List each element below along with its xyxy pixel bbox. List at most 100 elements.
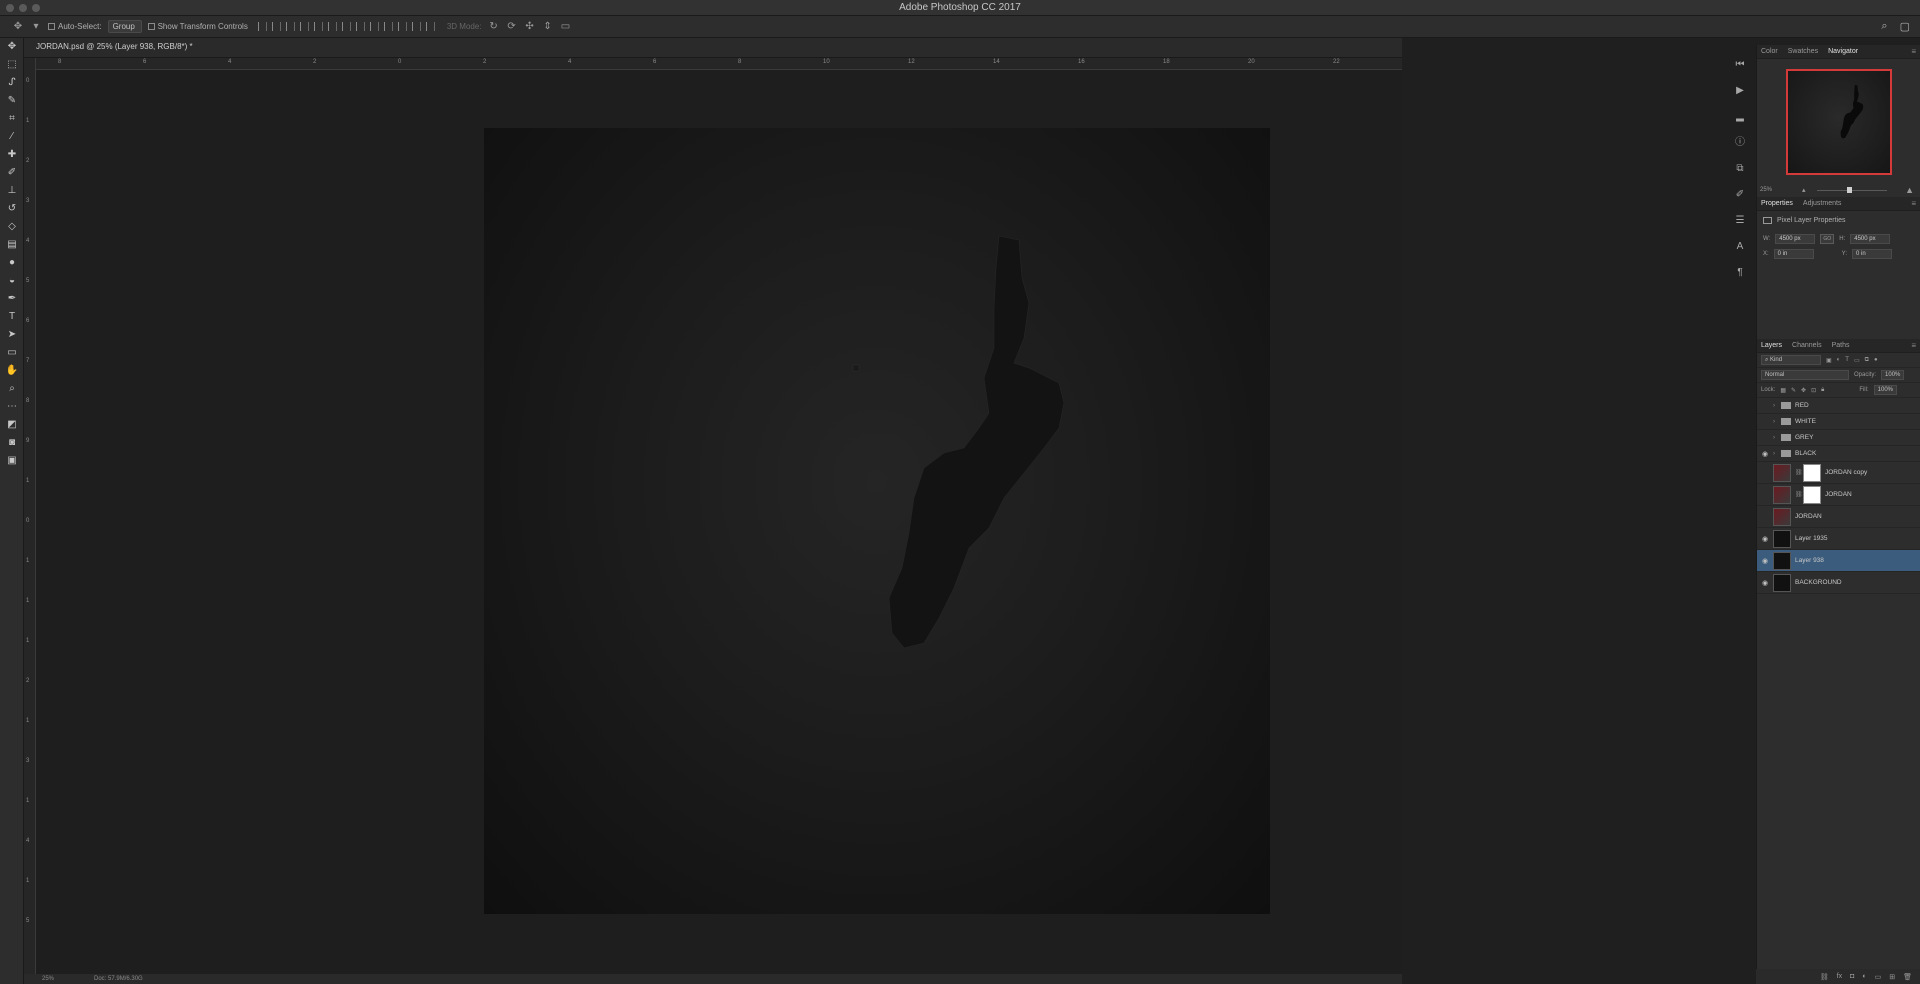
history-brush-tool-icon[interactable]: ↺ bbox=[0, 200, 24, 218]
hand-tool-icon[interactable]: ✋ bbox=[0, 362, 24, 380]
clone-source-icon[interactable]: ⧉ bbox=[1732, 156, 1748, 182]
marquee-tool-icon[interactable]: ⬚ bbox=[0, 56, 24, 74]
move-tool-icon[interactable]: ✥ bbox=[12, 21, 24, 33]
quick-select-tool-icon[interactable]: ✎ bbox=[0, 92, 24, 110]
layer-thumbnail[interactable] bbox=[1773, 573, 1791, 592]
layer-thumbnail[interactable] bbox=[1773, 529, 1791, 548]
histogram-icon[interactable]: ▂ bbox=[1732, 104, 1748, 130]
zoom-slider-handle[interactable] bbox=[1847, 187, 1852, 193]
link-layers-icon[interactable]: ⛓ bbox=[1820, 973, 1829, 981]
filter-toggle-icon[interactable]: ● bbox=[1874, 357, 1878, 363]
history-icon[interactable]: ⏮ bbox=[1732, 52, 1748, 78]
visibility-eye-icon[interactable]: ◉ bbox=[1757, 535, 1773, 543]
horizontal-ruler[interactable]: 8 6 4 2 0 2 4 6 8 10 12 14 16 18 20 22 bbox=[36, 58, 1402, 70]
layer-row[interactable]: ◉ BACKGROUND bbox=[1757, 572, 1920, 594]
mask-link-icon[interactable]: ⛓ bbox=[1795, 469, 1803, 476]
fill-field[interactable]: 100% bbox=[1873, 385, 1898, 395]
distribute-top-icon[interactable] bbox=[341, 22, 351, 31]
layer-row[interactable]: ◉ Layer 938 bbox=[1757, 550, 1920, 572]
rectangle-tool-icon[interactable]: ▭ bbox=[0, 344, 24, 362]
auto-select-dropdown[interactable]: Group bbox=[107, 20, 142, 33]
visibility-eye-icon[interactable]: ◉ bbox=[1757, 579, 1773, 587]
search-icon[interactable]: ⌕ bbox=[1881, 20, 1887, 33]
dodge-tool-icon[interactable]: ◒ bbox=[0, 272, 24, 290]
3d-pan-icon[interactable]: ✣ bbox=[524, 21, 536, 33]
panel-menu-icon[interactable]: ≡ bbox=[1911, 341, 1916, 350]
navigator-preview[interactable] bbox=[1786, 69, 1892, 175]
link-dimensions-button[interactable]: GO bbox=[1820, 234, 1835, 244]
brush-tool-icon[interactable]: ✐ bbox=[0, 164, 24, 182]
auto-select-checkbox[interactable]: Auto-Select: bbox=[48, 22, 102, 31]
auto-align-icon[interactable] bbox=[425, 22, 435, 31]
quick-mask-icon[interactable]: ◙ bbox=[0, 434, 24, 452]
tab-swatches[interactable]: Swatches bbox=[1788, 48, 1818, 55]
3d-orbit-icon[interactable]: ↻ bbox=[488, 21, 500, 33]
lock-transparent-icon[interactable]: ▦ bbox=[1780, 387, 1786, 394]
path-select-tool-icon[interactable]: ➤ bbox=[0, 326, 24, 344]
eraser-tool-icon[interactable]: ◇ bbox=[0, 218, 24, 236]
filter-adjustment-icon[interactable]: ◐ bbox=[1837, 357, 1841, 363]
gradient-tool-icon[interactable]: ▤ bbox=[0, 236, 24, 254]
layer-thumbnail[interactable] bbox=[1773, 485, 1791, 504]
vertical-ruler[interactable]: 0123456789101112131415 bbox=[24, 58, 36, 974]
layer-thumbnail[interactable] bbox=[1773, 463, 1791, 482]
healing-brush-tool-icon[interactable]: ✚ bbox=[0, 146, 24, 164]
x-field[interactable]: 0 in bbox=[1773, 249, 1814, 259]
zoom-slider[interactable] bbox=[1817, 190, 1887, 191]
trash-icon[interactable]: 🗑︎ bbox=[1903, 973, 1912, 981]
align-left-icon[interactable] bbox=[299, 22, 309, 31]
layer-mask-thumbnail[interactable] bbox=[1803, 485, 1821, 504]
chevron-down-icon[interactable]: ▾ bbox=[30, 21, 42, 33]
align-right-icon[interactable] bbox=[327, 22, 337, 31]
info-icon[interactable]: ⓘ bbox=[1732, 130, 1748, 156]
adjust-sliders-icon[interactable]: ☰ bbox=[1732, 208, 1748, 234]
pen-tool-icon[interactable]: ✒ bbox=[0, 290, 24, 308]
document-tab[interactable]: JORDAN.psd @ 25% (Layer 938, RGB/8*) * bbox=[36, 42, 193, 51]
3d-slide-icon[interactable]: ⇕ bbox=[542, 21, 554, 33]
lasso-tool-icon[interactable]: ᔑ bbox=[0, 74, 24, 92]
blur-tool-icon[interactable]: ● bbox=[0, 254, 24, 272]
layer-row[interactable]: ◉ › BLACK bbox=[1757, 446, 1920, 462]
tab-paths[interactable]: Paths bbox=[1832, 342, 1850, 349]
lock-position-icon[interactable]: ✥ bbox=[1801, 387, 1806, 394]
align-bottom-icon[interactable] bbox=[285, 22, 295, 31]
panel-menu-icon[interactable]: ≡ bbox=[1911, 47, 1916, 56]
panel-menu-icon[interactable]: ≡ bbox=[1911, 199, 1916, 208]
visibility-eye-icon[interactable]: ◉ bbox=[1757, 557, 1773, 565]
more-tools-icon[interactable]: ⋯ bbox=[0, 398, 24, 416]
visibility-eye-icon[interactable]: ◉ bbox=[1757, 450, 1773, 458]
canvas-area[interactable] bbox=[36, 70, 1402, 974]
tab-color[interactable]: Color bbox=[1761, 48, 1778, 55]
layer-thumbnail[interactable] bbox=[1773, 551, 1791, 570]
crop-tool-icon[interactable]: ⌗ bbox=[0, 110, 24, 128]
filter-smart-icon[interactable]: ⧉ bbox=[1865, 357, 1869, 364]
expand-arrow-icon[interactable]: › bbox=[1773, 451, 1781, 457]
doc-size[interactable]: Doc: 57.9M/6.30G bbox=[94, 976, 143, 982]
lock-pixels-icon[interactable]: ✎ bbox=[1791, 387, 1796, 394]
distribute-right-icon[interactable] bbox=[411, 22, 421, 31]
paragraph-icon[interactable]: ¶ bbox=[1732, 260, 1748, 286]
expand-arrow-icon[interactable]: › bbox=[1773, 435, 1781, 441]
expand-arrow-icon[interactable]: › bbox=[1773, 419, 1781, 425]
expand-arrow-icon[interactable]: › bbox=[1773, 403, 1781, 409]
3d-roll-icon[interactable]: ⟳ bbox=[506, 21, 518, 33]
tab-navigator[interactable]: Navigator bbox=[1828, 48, 1858, 55]
tab-properties[interactable]: Properties bbox=[1761, 200, 1793, 207]
document-canvas[interactable] bbox=[484, 128, 1270, 914]
align-center-icon[interactable] bbox=[313, 22, 323, 31]
zoom-out-icon[interactable]: ▴ bbox=[1802, 186, 1806, 194]
move-tool-icon[interactable]: ✥ bbox=[0, 38, 24, 56]
type-tool-icon[interactable]: T bbox=[0, 308, 24, 326]
lock-all-icon[interactable]: 🔒︎ bbox=[1821, 387, 1824, 394]
fx-icon[interactable]: fx bbox=[1837, 973, 1842, 980]
opacity-field[interactable]: 100% bbox=[1881, 370, 1905, 380]
blend-mode-dropdown[interactable]: Normal bbox=[1761, 370, 1849, 380]
tab-channels[interactable]: Channels bbox=[1792, 342, 1822, 349]
layer-mask-thumbnail[interactable] bbox=[1803, 463, 1821, 482]
layer-row[interactable]: › WHITE bbox=[1757, 414, 1920, 430]
layer-row[interactable]: › GREY bbox=[1757, 430, 1920, 446]
align-middle-icon[interactable] bbox=[271, 22, 281, 31]
layer-row[interactable]: ◉ Layer 1935 bbox=[1757, 528, 1920, 550]
layer-row[interactable]: JORDAN bbox=[1757, 506, 1920, 528]
zoom-in-icon[interactable]: ▲ bbox=[1905, 185, 1914, 195]
